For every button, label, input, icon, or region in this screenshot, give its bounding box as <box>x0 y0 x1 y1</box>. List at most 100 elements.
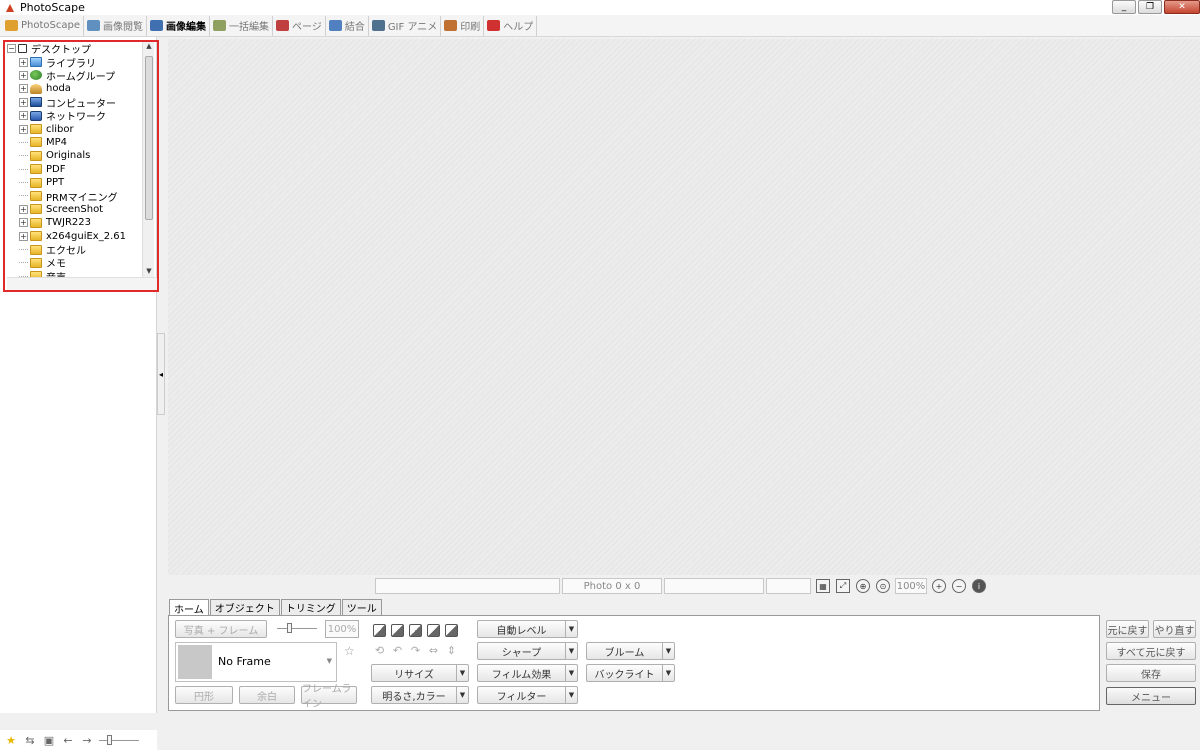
tree-item-label: TWJR223 <box>46 217 91 229</box>
scroll-down-icon[interactable]: ▼ <box>143 267 155 277</box>
main-tab-7[interactable]: 印刷 <box>441 15 485 36</box>
transparency-grid-icon[interactable]: ▦ <box>816 579 830 593</box>
tree-item[interactable]: + ネットワーク <box>7 109 143 123</box>
forward-arrow-icon[interactable]: → <box>80 733 94 747</box>
bloom-dropdown[interactable]: ブルーム ▼ <box>586 642 675 660</box>
corner-tl-icon[interactable] <box>373 624 386 637</box>
undo-button[interactable]: 元に戻す <box>1106 620 1149 638</box>
corner-all-icon[interactable] <box>445 624 458 637</box>
photo-frame-button[interactable]: 写真 + フレーム <box>175 620 267 638</box>
undo-all-button[interactable]: すべて元に戻す <box>1106 642 1196 660</box>
tree-item[interactable]: + ライブラリ <box>7 55 143 70</box>
zoom-in-icon[interactable]: + <box>932 579 946 593</box>
expand-icon[interactable]: + <box>19 124 28 134</box>
expand-icon[interactable]: + <box>19 57 28 67</box>
resize-dropdown[interactable]: リサイズ ▼ <box>371 664 469 682</box>
expand-icon[interactable]: + <box>19 70 28 80</box>
film-effect-dropdown[interactable]: フィルム効果 ▼ <box>477 664 578 682</box>
rotate-right-icon[interactable]: ↷ <box>409 644 422 657</box>
expand-icon[interactable]: + <box>19 97 28 107</box>
tree-item[interactable]: 音声 <box>7 270 143 277</box>
margin-button[interactable]: 余白 <box>239 686 295 704</box>
tree-item[interactable]: PRMマイニング <box>7 189 143 204</box>
main-tab-5[interactable]: 結合 <box>326 15 369 36</box>
flip-vertical-icon[interactable]: ⇕ <box>445 644 458 657</box>
user-icon <box>30 83 42 94</box>
frame-slider-track[interactable] <box>277 628 317 629</box>
tree-item[interactable]: PPT <box>7 176 143 189</box>
tab-tools[interactable]: ツール <box>341 599 382 615</box>
close-button[interactable]: ✕ <box>1164 0 1200 14</box>
tree-h-scrollbar[interactable] <box>7 277 157 290</box>
frame-select[interactable]: No Frame ▼ <box>175 642 337 682</box>
expand-icon[interactable]: + <box>19 111 28 121</box>
tab-home[interactable]: ホーム <box>169 599 209 616</box>
redo-button[interactable]: やり直す <box>1153 620 1196 638</box>
tree-item[interactable]: メモ <box>7 256 143 270</box>
tree-item[interactable]: PDF <box>7 163 143 176</box>
tree-item[interactable]: + コンピューター <box>7 96 143 110</box>
tree-item[interactable]: + TWJR223 <box>7 216 143 229</box>
info-icon[interactable]: i <box>972 579 986 593</box>
corner-bl-icon[interactable] <box>409 624 422 637</box>
tab-trimming[interactable]: トリミング <box>280 599 341 615</box>
zoom-fit-icon[interactable]: ⊕ <box>856 579 870 593</box>
tree-scrollbar[interactable]: ▲ ▼ <box>142 42 154 277</box>
left-panel: − デスクトップ + ライブラリ + ホームグループ + hoda + コンピューター + ネット… <box>0 37 159 750</box>
tree-item[interactable]: エクセル <box>7 243 143 257</box>
expand-icon[interactable]: + <box>19 84 28 94</box>
flip-horizontal-icon[interactable]: ⇔ <box>427 644 440 657</box>
scroll-thumb[interactable] <box>145 56 153 220</box>
main-tab-8[interactable]: ヘルプ <box>484 15 538 36</box>
sharp-dropdown[interactable]: シャープ ▼ <box>477 642 578 660</box>
rotate-free-icon[interactable]: ⟲ <box>373 644 386 657</box>
main-tab-1[interactable]: 画像閲覧 <box>84 15 147 36</box>
tree-item[interactable]: + ホームグループ <box>7 69 143 83</box>
main-tab-2[interactable]: 画像編集 <box>147 15 210 36</box>
frame-line-button[interactable]: フレームライン <box>301 684 357 710</box>
favorite-star-icon[interactable]: ★ <box>4 733 18 747</box>
corner-br-icon[interactable] <box>427 624 440 637</box>
tree-connector <box>19 182 28 184</box>
main-tab-0[interactable]: PhotoScape <box>2 15 84 36</box>
tree-item[interactable]: Originals <box>7 149 143 162</box>
main-tab-3[interactable]: 一括編集 <box>210 15 273 36</box>
maximize-button[interactable]: ❐ <box>1138 0 1162 14</box>
tree-root[interactable]: − デスクトップ <box>7 42 143 56</box>
frame-slider-knob[interactable] <box>287 623 292 633</box>
tree-item[interactable]: + hoda <box>7 82 143 95</box>
thumbnail-size-slider[interactable] <box>99 733 139 747</box>
auto-level-dropdown[interactable]: 自動レベル ▼ <box>477 620 578 638</box>
menu-button[interactable]: メニュー <box>1106 687 1196 705</box>
filter-dropdown[interactable]: フィルター ▼ <box>477 686 578 704</box>
corner-tr-icon[interactable] <box>391 624 404 637</box>
favorite-frame-icon[interactable]: ☆ <box>344 644 355 658</box>
circle-button[interactable]: 円形 <box>175 686 233 704</box>
zoom-out-icon[interactable]: − <box>952 579 966 593</box>
minimize-button[interactable]: _ <box>1112 0 1136 14</box>
folder-link-icon[interactable]: ⇆ <box>23 733 37 747</box>
backlight-dropdown[interactable]: バックライト ▼ <box>586 664 675 682</box>
panel-collapse-button[interactable]: ◂ <box>157 333 165 415</box>
main-tab-4[interactable]: ページ <box>273 15 326 36</box>
tree-item[interactable]: + ScreenShot <box>7 203 143 216</box>
expand-icon[interactable]: + <box>19 231 28 241</box>
zoom-actual-icon[interactable]: ⊙ <box>876 579 890 593</box>
save-button[interactable]: 保存 <box>1106 664 1196 682</box>
scroll-up-icon[interactable]: ▲ <box>143 42 155 52</box>
zoom-level: 100% <box>895 578 927 594</box>
rotate-left-icon[interactable]: ↶ <box>391 644 404 657</box>
image-canvas[interactable] <box>168 39 1200 575</box>
expand-icon[interactable]: + <box>19 204 28 214</box>
tree-item[interactable]: + x264guiEx_2.61 <box>7 229 143 242</box>
fit-window-icon[interactable]: ⤢ <box>836 579 850 593</box>
photo-icon[interactable]: ▣ <box>42 733 56 747</box>
tree-item[interactable]: MP4 <box>7 136 143 149</box>
back-arrow-icon[interactable]: ← <box>61 733 75 747</box>
expand-icon[interactable]: + <box>19 218 28 228</box>
main-tab-6[interactable]: GIF アニメ <box>369 15 442 36</box>
tab-object[interactable]: オブジェクト <box>209 599 280 615</box>
collapse-icon[interactable]: − <box>7 44 16 54</box>
tree-item[interactable]: + clibor <box>7 122 143 135</box>
brightness-dropdown[interactable]: 明るさ,カラー ▼ <box>371 686 469 704</box>
